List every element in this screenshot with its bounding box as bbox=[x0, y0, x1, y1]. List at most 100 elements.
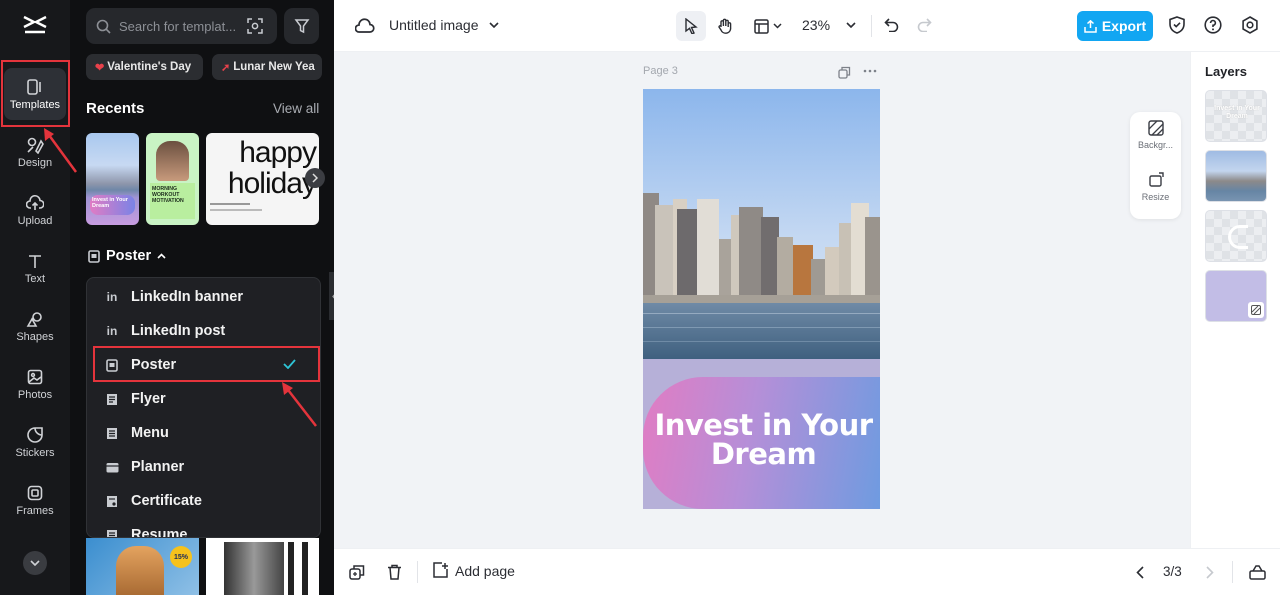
recent-thumb-holiday[interactable]: happy holiday bbox=[206, 133, 319, 225]
template-card[interactable] bbox=[206, 538, 319, 595]
resize-tool-label: Resize bbox=[1141, 192, 1170, 202]
background-tool-label: Backgr... bbox=[1137, 140, 1173, 150]
text-icon bbox=[26, 252, 44, 270]
layer-text[interactable]: Invest in Your Dream bbox=[1205, 90, 1267, 142]
rail-label: Upload bbox=[17, 214, 53, 227]
resize-tool[interactable]: Resize bbox=[1130, 172, 1181, 218]
chip-lunar-new-year[interactable]: ➚ Lunar New Yea bbox=[212, 54, 322, 80]
more-icon bbox=[863, 64, 877, 78]
document-title-text: Untitled image bbox=[389, 17, 479, 33]
linkedin-icon: in bbox=[106, 290, 118, 304]
layer-shape[interactable] bbox=[1205, 210, 1267, 262]
resize-icon bbox=[1148, 172, 1164, 188]
rail-shapes[interactable]: Shapes bbox=[4, 300, 66, 352]
duplicate-button[interactable] bbox=[346, 561, 368, 583]
collapse-down-button[interactable] bbox=[23, 551, 47, 575]
background-icon bbox=[1147, 120, 1164, 136]
page-more-button[interactable] bbox=[863, 64, 877, 78]
rail-label: Frames bbox=[16, 504, 54, 517]
search-icon bbox=[96, 19, 111, 34]
help-button[interactable] bbox=[1202, 14, 1224, 36]
filter-button[interactable] bbox=[284, 8, 319, 44]
layout-menu-button[interactable] bbox=[748, 11, 788, 41]
page-label: Page 3 bbox=[643, 65, 678, 77]
dropdown-item-label: Menu bbox=[131, 425, 169, 441]
background-tool[interactable]: Backgr... bbox=[1130, 120, 1181, 166]
rail-label: Photos bbox=[17, 388, 53, 401]
add-page-label: Add page bbox=[455, 562, 515, 579]
settings-button[interactable] bbox=[1239, 14, 1261, 36]
skyline-photo[interactable] bbox=[643, 89, 880, 359]
image-search-icon[interactable] bbox=[247, 18, 263, 34]
dropdown-item-resume[interactable]: Resume bbox=[87, 518, 320, 537]
resume-icon bbox=[105, 528, 119, 537]
export-button[interactable]: Export bbox=[1077, 11, 1153, 41]
dropdown-item-label: Poster bbox=[131, 357, 177, 373]
dropdown-item-planner[interactable]: Planner bbox=[87, 450, 320, 484]
view-all-link[interactable]: View all bbox=[273, 101, 319, 116]
cloud-icon[interactable] bbox=[354, 15, 376, 37]
recent-thumb-invest[interactable]: Invest in Your Dream bbox=[86, 133, 139, 225]
export-icon bbox=[1084, 19, 1097, 33]
recent-thumb-text: happy holiday bbox=[227, 136, 317, 200]
dropdown-item-linkedin-banner[interactable]: in LinkedIn banner bbox=[87, 280, 320, 314]
poster-page[interactable]: Invest in Your Dream bbox=[643, 89, 880, 509]
cursor-icon bbox=[684, 18, 698, 34]
chevron-down-icon bbox=[773, 23, 782, 29]
bottom-bar: Add page 3/3 bbox=[334, 548, 1280, 595]
firecracker-icon: ➚ bbox=[221, 61, 231, 74]
layer-background[interactable] bbox=[1205, 270, 1267, 322]
search-input[interactable] bbox=[119, 18, 239, 34]
template-card[interactable]: 15% bbox=[86, 538, 199, 595]
poster-icon bbox=[88, 249, 100, 263]
rail-templates[interactable]: Templates bbox=[4, 68, 66, 120]
recent-thumb-text: Invest in Your Dream bbox=[92, 197, 128, 209]
zoom-control[interactable]: 23% bbox=[802, 17, 856, 33]
add-page-button[interactable]: Add page bbox=[432, 562, 515, 579]
layer-thumb-text: Invest in Your Dream bbox=[1214, 105, 1260, 120]
redo-button[interactable] bbox=[912, 13, 936, 37]
rail-frames[interactable]: Frames bbox=[4, 474, 66, 526]
upload-icon bbox=[26, 194, 44, 212]
select-tool-button[interactable] bbox=[676, 11, 706, 41]
rail-label: Stickers bbox=[15, 446, 55, 459]
document-title[interactable]: Untitled image bbox=[389, 17, 499, 33]
pages-overview-button[interactable] bbox=[1246, 561, 1268, 583]
dropdown-item-certificate[interactable]: Certificate bbox=[87, 484, 320, 518]
export-label: Export bbox=[1101, 18, 1147, 34]
recents-title: Recents bbox=[86, 100, 145, 117]
recents-next-button[interactable] bbox=[305, 168, 325, 188]
canvas-area[interactable]: Page 3 Invest in Your Dream Backgr... Re… bbox=[334, 52, 1190, 548]
recent-thumb-text: MORNING WORKOUT MOTIVATION bbox=[152, 186, 184, 204]
search-box[interactable] bbox=[86, 8, 277, 44]
shield-button[interactable] bbox=[1166, 14, 1188, 36]
hand-icon bbox=[717, 18, 733, 35]
category-label: Poster bbox=[106, 248, 152, 264]
dropdown-item-linkedin-post[interactable]: in LinkedIn post bbox=[87, 314, 320, 348]
poster-headline[interactable]: Invest in Your Dream bbox=[651, 411, 876, 469]
layer-photo[interactable] bbox=[1205, 150, 1267, 202]
recent-thumb-workout[interactable]: MORNING WORKOUT MOTIVATION bbox=[146, 133, 199, 225]
page-counter: 3/3 bbox=[1163, 564, 1182, 579]
next-page-button[interactable] bbox=[1200, 562, 1220, 582]
hand-tool-button[interactable] bbox=[710, 11, 740, 41]
gear-icon bbox=[1241, 16, 1259, 34]
chevron-down-icon bbox=[846, 22, 856, 28]
delete-button[interactable] bbox=[383, 561, 405, 583]
capcut-logo[interactable] bbox=[22, 13, 48, 35]
menu-doc-icon bbox=[105, 426, 119, 440]
undo-button[interactable] bbox=[879, 13, 903, 37]
divider bbox=[417, 561, 418, 583]
rail-upload[interactable]: Upload bbox=[4, 184, 66, 236]
rail-label: Text bbox=[24, 272, 46, 285]
rail-stickers[interactable]: Stickers bbox=[4, 416, 66, 468]
divider bbox=[1232, 561, 1233, 583]
chevron-right-icon bbox=[312, 173, 318, 183]
rail-photos[interactable]: Photos bbox=[4, 358, 66, 410]
dropdown-item-poster[interactable]: Poster bbox=[87, 348, 320, 382]
previous-page-button[interactable] bbox=[1130, 562, 1150, 582]
rail-text[interactable]: Text bbox=[4, 242, 66, 294]
chip-valentines[interactable]: ❤ Valentine's Day bbox=[86, 54, 203, 80]
category-dropdown-toggle[interactable]: Poster bbox=[88, 248, 166, 264]
duplicate-page-button[interactable] bbox=[838, 66, 851, 79]
